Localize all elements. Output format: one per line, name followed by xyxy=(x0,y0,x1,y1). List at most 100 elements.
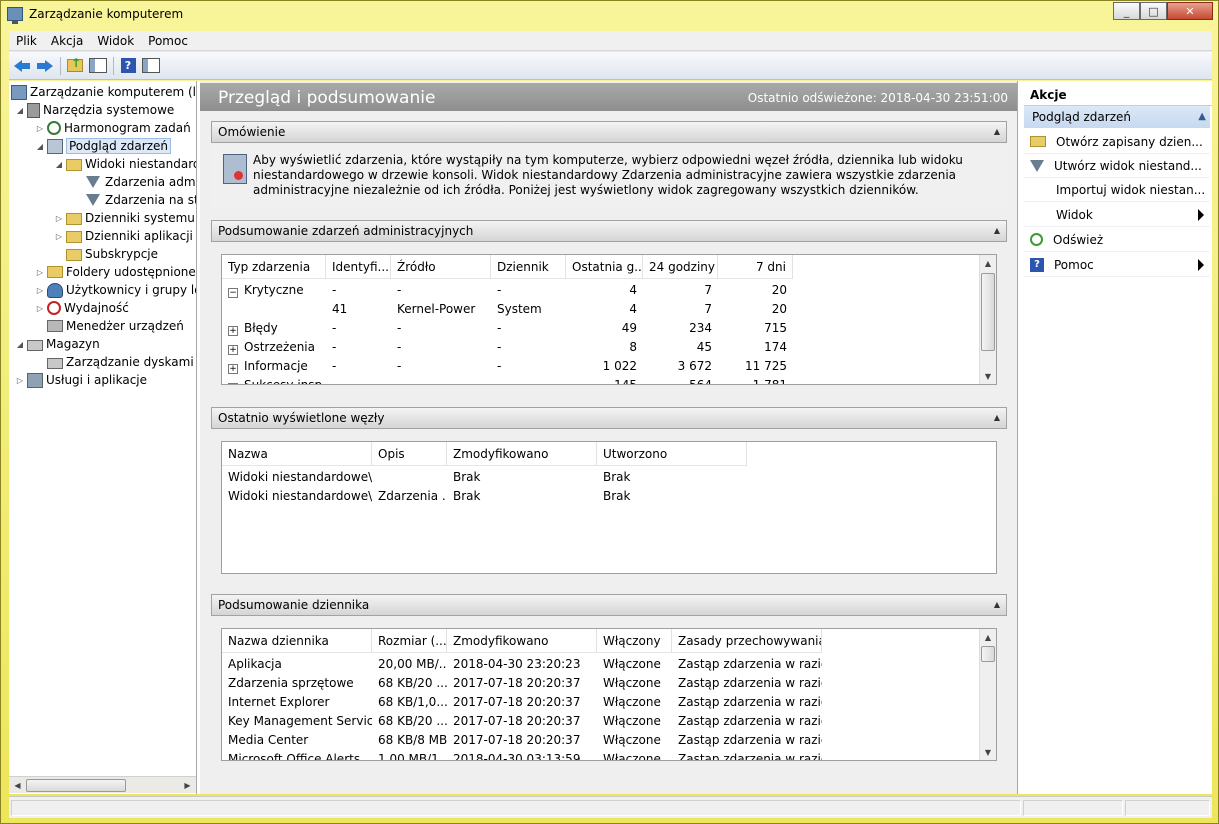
tree-node-admin-events[interactable]: Zdarzenia administracyjne xyxy=(86,173,196,191)
scroll-up-icon[interactable]: ▲ xyxy=(980,629,996,645)
collapsed-arrow-icon[interactable]: ▷ xyxy=(54,214,64,223)
up-one-level-button[interactable] xyxy=(64,55,86,77)
table-row[interactable]: + Ostrzeżenia - - - 8 45 174 xyxy=(222,338,793,357)
expanded-arrow-icon[interactable]: ◢ xyxy=(35,142,45,151)
tree-node-subscriptions[interactable]: Subskrypcje xyxy=(66,245,158,263)
col-modified[interactable]: Zmodyfikowano xyxy=(447,442,597,466)
col-event-type[interactable]: Typ zdarzenia xyxy=(222,255,326,279)
col-log-name[interactable]: Nazwa dziennika xyxy=(222,629,372,653)
tree-node-storage[interactable]: ◢ Magazyn xyxy=(15,335,100,353)
scroll-right-icon[interactable]: ▶ xyxy=(180,779,195,792)
collapsed-arrow-icon[interactable]: ▷ xyxy=(35,268,45,277)
tree-node-custom-views[interactable]: ◢ Widoki niestandardowe xyxy=(54,155,196,173)
expand-icon[interactable]: + xyxy=(228,345,238,355)
scroll-down-icon[interactable]: ▼ xyxy=(980,368,996,384)
action-create-custom-view[interactable]: Utwórz widok niestand... xyxy=(1024,154,1210,178)
collapsed-arrow-icon[interactable]: ▷ xyxy=(54,232,64,241)
scroll-thumb[interactable] xyxy=(981,646,995,662)
col-description[interactable]: Opis xyxy=(372,442,447,466)
col-log[interactable]: Dziennik xyxy=(491,255,566,279)
title-bar[interactable]: Zarządzanie komputerem _ □ ✕ xyxy=(1,1,1218,29)
menu-view[interactable]: Widok xyxy=(90,34,141,48)
scroll-thumb[interactable] xyxy=(981,273,995,351)
scroll-down-icon[interactable]: ▼ xyxy=(980,744,996,760)
expanded-arrow-icon[interactable]: ◢ xyxy=(15,106,25,115)
tree-node-disk-management[interactable]: Zarządzanie dyskami xyxy=(47,353,194,371)
menu-help[interactable]: Pomoc xyxy=(141,34,195,48)
table-row[interactable]: Widoki niestandardowe\... Brak Brak xyxy=(222,468,747,487)
scroll-left-icon[interactable]: ◀ xyxy=(10,779,25,792)
tree-node-app-logs[interactable]: ▷ Dzienniki aplikacji i usług xyxy=(54,227,196,245)
col-id[interactable]: Identyfi... xyxy=(326,255,391,279)
tree-node-performance[interactable]: ▷ Wydajność xyxy=(35,299,129,317)
tree-node-services-apps[interactable]: ▷ Usługi i aplikacje xyxy=(15,371,147,389)
tree-node-server-roles[interactable]: Zdarzenia na stronie xyxy=(86,191,196,209)
col-modified[interactable]: Zmodyfikowano xyxy=(447,629,597,653)
col-7d[interactable]: 7 dni xyxy=(718,255,793,279)
tree-node-system-tools[interactable]: ◢ Narzędzia systemowe xyxy=(15,101,174,119)
collapse-icon[interactable]: ▲ xyxy=(994,413,1000,422)
tree-node-task-scheduler[interactable]: ▷ Harmonogram zadań xyxy=(35,119,191,137)
help-button[interactable]: ? xyxy=(117,55,139,77)
collapsed-arrow-icon[interactable]: ▷ xyxy=(15,376,25,385)
actions-group-event-viewer[interactable]: Podgląd zdarzeń ▲ xyxy=(1024,106,1210,128)
collapse-icon[interactable]: ▲ xyxy=(994,226,1000,235)
col-retention-policy[interactable]: Zasady przechowywania xyxy=(672,629,822,653)
table-row[interactable]: +Sukcesy insp...---1455641 781 xyxy=(222,376,793,384)
col-last-hour[interactable]: Ostatnia g... xyxy=(566,255,643,279)
table-row[interactable]: − Krytyczne - - -4 7 20 xyxy=(222,281,793,300)
expanded-arrow-icon[interactable]: ◢ xyxy=(54,160,64,169)
table-row[interactable]: Key Management Service 68 KB/20 ... 2017-0… xyxy=(222,712,822,731)
table-row[interactable]: Aplikacja 20,00 MB/... 2018-04-30 23:20:23… xyxy=(222,655,822,674)
tree-node-root[interactable]: Zarządzanie komputerem (lokalne) xyxy=(11,83,196,101)
tree-node-event-viewer[interactable]: ◢ Podgląd zdarzeń xyxy=(35,137,171,155)
col-size[interactable]: Rozmiar (... xyxy=(372,629,447,653)
collapse-icon[interactable]: ▲ xyxy=(1198,106,1206,128)
admin-summary-header[interactable]: Podsumowanie zdarzeń administracyjnych ▲ xyxy=(211,220,1007,242)
action-help[interactable]: ? Pomoc xyxy=(1024,253,1210,277)
menu-action[interactable]: Akcja xyxy=(44,34,90,48)
table-row[interactable]: + Informacje - - - 1 022 3 672 11 725 xyxy=(222,357,793,376)
collapsed-arrow-icon[interactable]: ▷ xyxy=(35,124,45,133)
maximize-button[interactable]: □ xyxy=(1140,2,1167,20)
collapsed-arrow-icon[interactable]: ▷ xyxy=(35,286,45,295)
col-source[interactable]: Źródło xyxy=(391,255,491,279)
log-summary-header[interactable]: Podsumowanie dziennika ▲ xyxy=(211,594,1007,616)
log-summary-scrollbar[interactable]: ▲ ▼ xyxy=(979,629,996,760)
menu-file[interactable]: Plik xyxy=(9,34,44,48)
table-row[interactable]: + Błędy - - - 49 234 715 xyxy=(222,319,793,338)
action-open-saved-log[interactable]: Otwórz zapisany dzien... xyxy=(1024,130,1210,154)
close-button[interactable]: ✕ xyxy=(1167,2,1213,20)
scroll-up-icon[interactable]: ▲ xyxy=(980,255,996,271)
table-row[interactable]: Widoki niestandardowe\... Zdarzenia ... Br… xyxy=(222,487,747,506)
action-refresh[interactable]: Odśwież xyxy=(1024,228,1210,252)
action-import-custom-view[interactable]: Importuj widok niestan... xyxy=(1024,178,1210,202)
action-view[interactable]: Widok xyxy=(1024,203,1210,227)
tree-node-users-groups[interactable]: ▷ Użytkownicy i grupy lokalne xyxy=(35,281,196,299)
collapse-icon[interactable]: ▲ xyxy=(994,600,1000,609)
table-row[interactable]: Zdarzenia sprzętowe 68 KB/20 ... 2017-07-1… xyxy=(222,674,822,693)
collapsed-arrow-icon[interactable]: ▷ xyxy=(35,304,45,313)
show-hide-action-pane-button[interactable] xyxy=(140,55,162,77)
expand-icon[interactable]: + xyxy=(228,364,238,374)
expand-icon[interactable]: + xyxy=(228,383,238,384)
tree-node-device-manager[interactable]: Menedżer urządzeń xyxy=(47,317,184,335)
col-created[interactable]: Utworzono xyxy=(597,442,747,466)
collapse-icon[interactable]: − xyxy=(228,288,238,298)
forward-button[interactable] xyxy=(34,55,56,77)
tree-node-shared-folders[interactable]: ▷ Foldery udostępnione xyxy=(35,263,196,281)
tree-node-windows-logs[interactable]: ▷ Dzienniki systemu Windows xyxy=(54,209,196,227)
admin-summary-scrollbar[interactable]: ▲ ▼ xyxy=(979,255,996,384)
col-name[interactable]: Nazwa xyxy=(222,442,372,466)
minimize-button[interactable]: _ xyxy=(1113,2,1140,20)
col-24h[interactable]: 24 godziny xyxy=(643,255,718,279)
col-enabled[interactable]: Włączony xyxy=(597,629,672,653)
table-row[interactable]: Media Center 68 KB/8 MB 2017-07-18 20:20:3… xyxy=(222,731,822,750)
overview-header[interactable]: Omówienie ▲ xyxy=(211,121,1007,143)
show-hide-tree-button[interactable] xyxy=(87,55,109,77)
expanded-arrow-icon[interactable]: ◢ xyxy=(15,340,25,349)
back-button[interactable] xyxy=(11,55,33,77)
recent-nodes-header[interactable]: Ostatnio wyświetlone węzły ▲ xyxy=(211,407,1007,429)
expand-icon[interactable]: + xyxy=(228,326,238,336)
table-row[interactable]: 41 Kernel-Power System 4 7 20 xyxy=(222,300,793,319)
